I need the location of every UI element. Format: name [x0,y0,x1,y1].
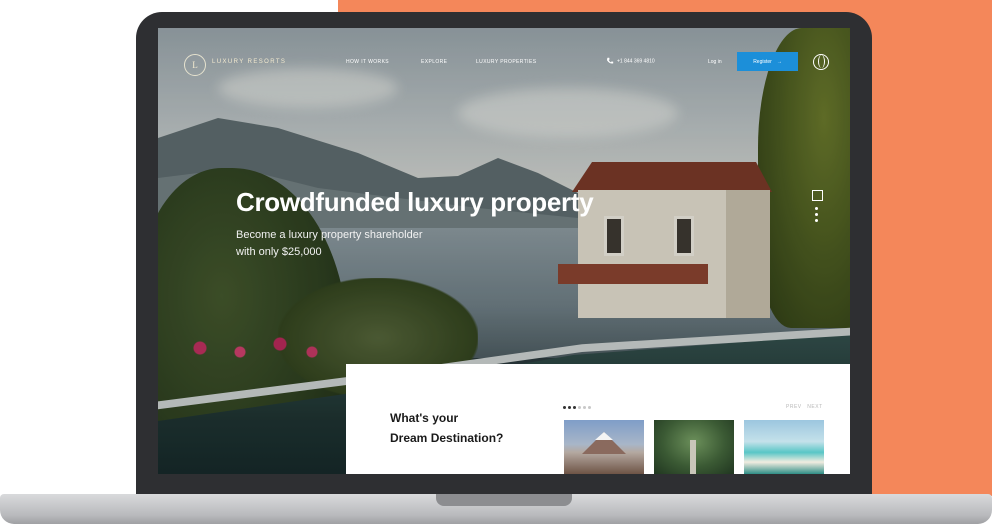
carousel-dot[interactable] [563,406,566,409]
arrow-right-icon: → [776,58,782,65]
hero-subtitle-line: Become a luxury property shareholder [236,229,423,241]
phone-contact[interactable]: +1 844 369 4810 [606,57,655,65]
phone-number: +1 844 369 4810 [617,58,655,65]
carousel-prev[interactable]: PREV [786,404,802,410]
nav-link-luxury-properties[interactable]: LUXURY PROPERTIES [476,59,536,65]
destination-title-line: What's your [390,411,459,425]
carousel-nav[interactable]: PREV NEXT [786,404,823,410]
carousel-next[interactable]: NEXT [807,404,822,410]
carousel-dot[interactable] [583,406,586,409]
nav-link-explore[interactable]: EXPLORE [421,59,447,65]
login-link[interactable]: Log in [708,59,722,65]
carousel-dot[interactable] [568,406,571,409]
destination-card: What's your Dream Destination? PREV NEXT [346,364,850,474]
side-scroll-indicator[interactable] [812,190,824,225]
carousel-dot[interactable] [573,406,576,409]
mountain-snow [595,432,613,440]
side-dot [815,219,818,222]
carousel-dot[interactable] [578,406,581,409]
nav-link-how-it-works[interactable]: HOW IT WORKS [346,59,389,65]
hero-subtitle: Become a luxury property shareholder wit… [236,227,476,261]
phone-icon [607,57,614,64]
side-dot [815,213,818,216]
side-scroll-icon [812,190,823,201]
register-button[interactable]: Register → [737,52,798,71]
logo-mark[interactable]: L [184,54,206,76]
destination-thumbnail-forest[interactable] [654,420,734,474]
carousel-dot[interactable] [588,406,591,409]
laptop-screen: L LUXURY RESORTS HOW IT WORKS EXPLORE LU… [158,28,850,474]
destination-title: What's your Dream Destination? [390,408,550,448]
destination-title-line: Dream Destination? [390,431,504,445]
logo-text[interactable]: LUXURY RESORTS [212,59,286,65]
top-navigation: L LUXURY RESORTS HOW IT WORKS EXPLORE LU… [158,28,850,92]
side-dot [815,207,818,210]
carousel-dots[interactable] [563,406,591,409]
hero-subtitle-line: with only $25,000 [236,246,322,258]
destination-thumbnail-mountain[interactable] [564,420,644,474]
tree-trunk [690,440,696,474]
globe-icon[interactable] [813,54,829,70]
register-label: Register [753,58,772,65]
destination-thumbnail-beach[interactable] [744,420,824,474]
hero-title: Crowdfunded luxury property [236,187,594,217]
laptop-notch [436,494,572,506]
